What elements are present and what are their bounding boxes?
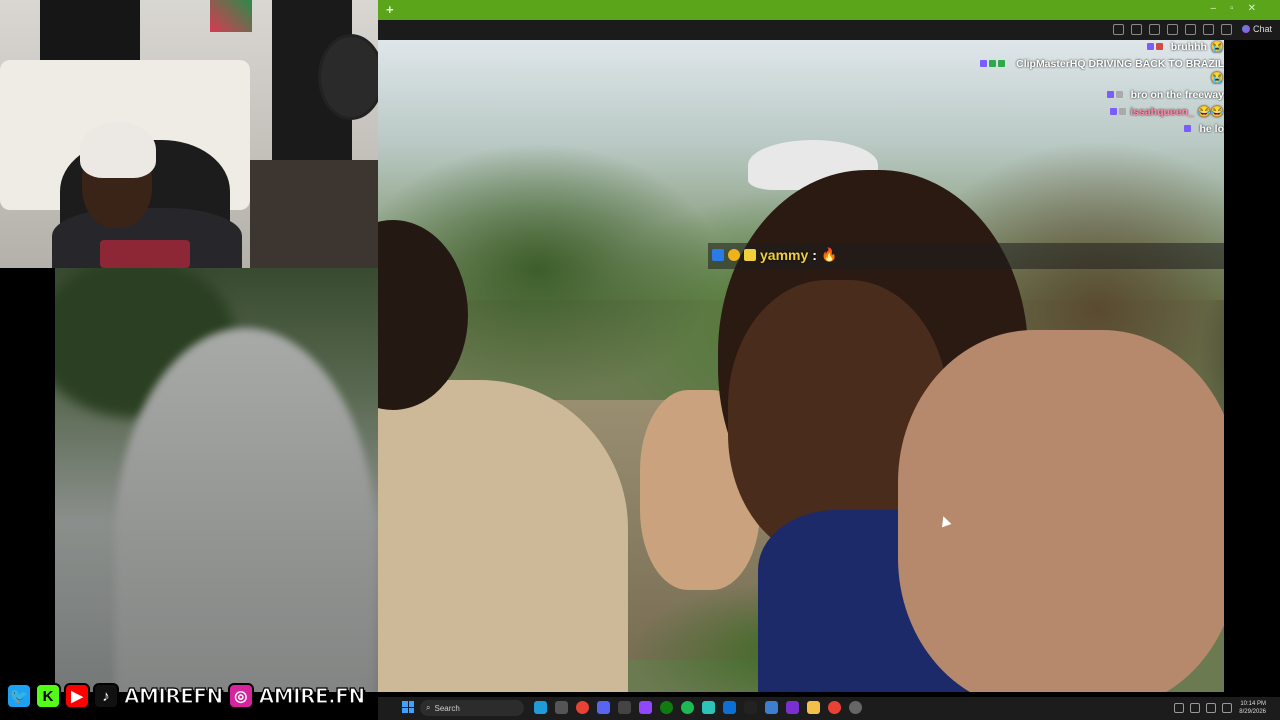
chat-text: he lo (1199, 123, 1224, 135)
taskbar-apps (534, 701, 862, 714)
highlight-chat-banner: yammy : 🔥 (708, 243, 1224, 269)
tiktok-icon: ♪ (93, 683, 119, 709)
gear-icon[interactable] (849, 701, 862, 714)
prime-badge-icon (712, 249, 724, 261)
chat-emote: 😂😂 (1197, 106, 1224, 118)
kick-icon: K (35, 683, 61, 709)
social-handle-instagram: AMIRE.FN (258, 683, 366, 708)
streamer-shirt-print (100, 240, 190, 268)
chat-badges (980, 57, 1005, 67)
settings-app-icon[interactable] (555, 701, 568, 714)
app-icon[interactable] (723, 701, 736, 714)
social-handle-primary: AMIREFN (123, 683, 223, 708)
streamer-cap (80, 122, 156, 178)
vegas-icon[interactable] (786, 701, 799, 714)
twitch-icon[interactable] (639, 701, 652, 714)
chat-badges (1146, 40, 1163, 50)
chat-message: bro on the freeway (980, 88, 1224, 102)
browser-toolbar: Chat (378, 20, 1280, 40)
extension-icon[interactable] (1167, 24, 1178, 35)
webcam-poster (210, 0, 252, 32)
chrome-icon[interactable] (828, 701, 841, 714)
twitter-icon: 🐦 (6, 683, 32, 709)
app-icon[interactable] (702, 701, 715, 714)
wifi-icon[interactable] (1206, 703, 1216, 713)
star-icon[interactable] (1149, 24, 1160, 35)
chat-message: he lo (980, 122, 1224, 136)
chat-button[interactable]: Chat (1241, 24, 1272, 34)
refresh-icon[interactable] (1185, 24, 1196, 35)
chat-message: bruhhh 😭 (980, 40, 1224, 54)
clock-time: 10:14 PM (1240, 701, 1266, 707)
chat-message: issahqueen_ 😂😂 (980, 105, 1224, 119)
webcam-floor (250, 160, 378, 268)
chat-badges (1110, 105, 1127, 115)
toolbar-icons (1113, 24, 1232, 35)
chat-badges (1106, 88, 1123, 98)
clock-date: 8/29/2026 (1239, 709, 1266, 715)
puzzle-icon[interactable] (1203, 24, 1214, 35)
chat-overlay: bruhhh 😭 ClipMasterHQ DRIVING BACK TO BR… (980, 40, 1224, 139)
chat-text: DRIVING BACK TO BRAZIL (1088, 58, 1224, 70)
highlight-separator: : (812, 247, 817, 263)
reader-icon[interactable] (1131, 24, 1142, 35)
new-tab-button[interactable]: + (386, 2, 394, 17)
taskbar-clock[interactable]: 10:14 PM 8/29/2026 (1239, 700, 1266, 716)
edge-icon[interactable] (534, 701, 547, 714)
calculator-icon[interactable] (618, 701, 631, 714)
chat-text: bruhhh (1170, 41, 1207, 53)
search-icon: ⌕ (426, 703, 431, 712)
crown-badge-icon (744, 249, 756, 261)
window-controls[interactable]: –▫✕ (1211, 3, 1271, 14)
windows-start-icon[interactable] (402, 701, 414, 713)
settings-icon[interactable] (1221, 24, 1232, 35)
video-foreground-shoulder (898, 330, 1224, 692)
chat-emote: 😭 (1210, 72, 1224, 84)
youtube-icon: ▶ (64, 683, 90, 709)
chat-emote: 😭 (1210, 41, 1224, 53)
taskbar-search[interactable]: ⌕ Search (420, 700, 524, 716)
search-placeholder: Search (434, 703, 460, 713)
explorer-icon[interactable] (807, 701, 820, 714)
capcut-icon[interactable] (744, 701, 757, 714)
chat-username: issahqueen_ (1130, 106, 1194, 118)
photos-icon[interactable] (765, 701, 778, 714)
webcam-fan (318, 34, 378, 120)
highlight-username: yammy (760, 247, 809, 263)
browser-top-bar: + –▫✕ (378, 0, 1280, 20)
xbox-icon[interactable] (660, 701, 673, 714)
tab-icon[interactable] (1113, 24, 1124, 35)
left-video-panel (55, 268, 378, 692)
chevron-up-icon[interactable] (1174, 703, 1184, 713)
instagram-icon: ◎ (227, 683, 254, 709)
chat-badges (1184, 122, 1192, 132)
webcam-overlay (0, 0, 378, 268)
volume-icon[interactable] (1222, 703, 1232, 713)
network-icon[interactable] (1190, 703, 1200, 713)
chat-text: bro on the freeway (1130, 89, 1224, 101)
chat-label: Chat (1252, 24, 1272, 34)
chat-message: ClipMasterHQ DRIVING BACK TO BRAZIL 😭 (980, 57, 1224, 85)
system-tray (1174, 703, 1232, 713)
social-handles-banner: 🐦 K ▶ ♪ AMIREFN ◎ AMIRE.FN (0, 680, 384, 712)
windows-taskbar: ⌕ Search 10:14 PM 8/29/2026 (378, 697, 1280, 720)
chrome-icon[interactable] (576, 701, 589, 714)
chat-username: ClipMasterHQ (1016, 58, 1086, 70)
copilot-icon (1241, 25, 1250, 33)
spotify-icon[interactable] (681, 701, 694, 714)
fire-emote-icon: 🔥 (820, 247, 838, 262)
sub-badge-icon (728, 249, 740, 261)
discord-icon[interactable] (597, 701, 610, 714)
